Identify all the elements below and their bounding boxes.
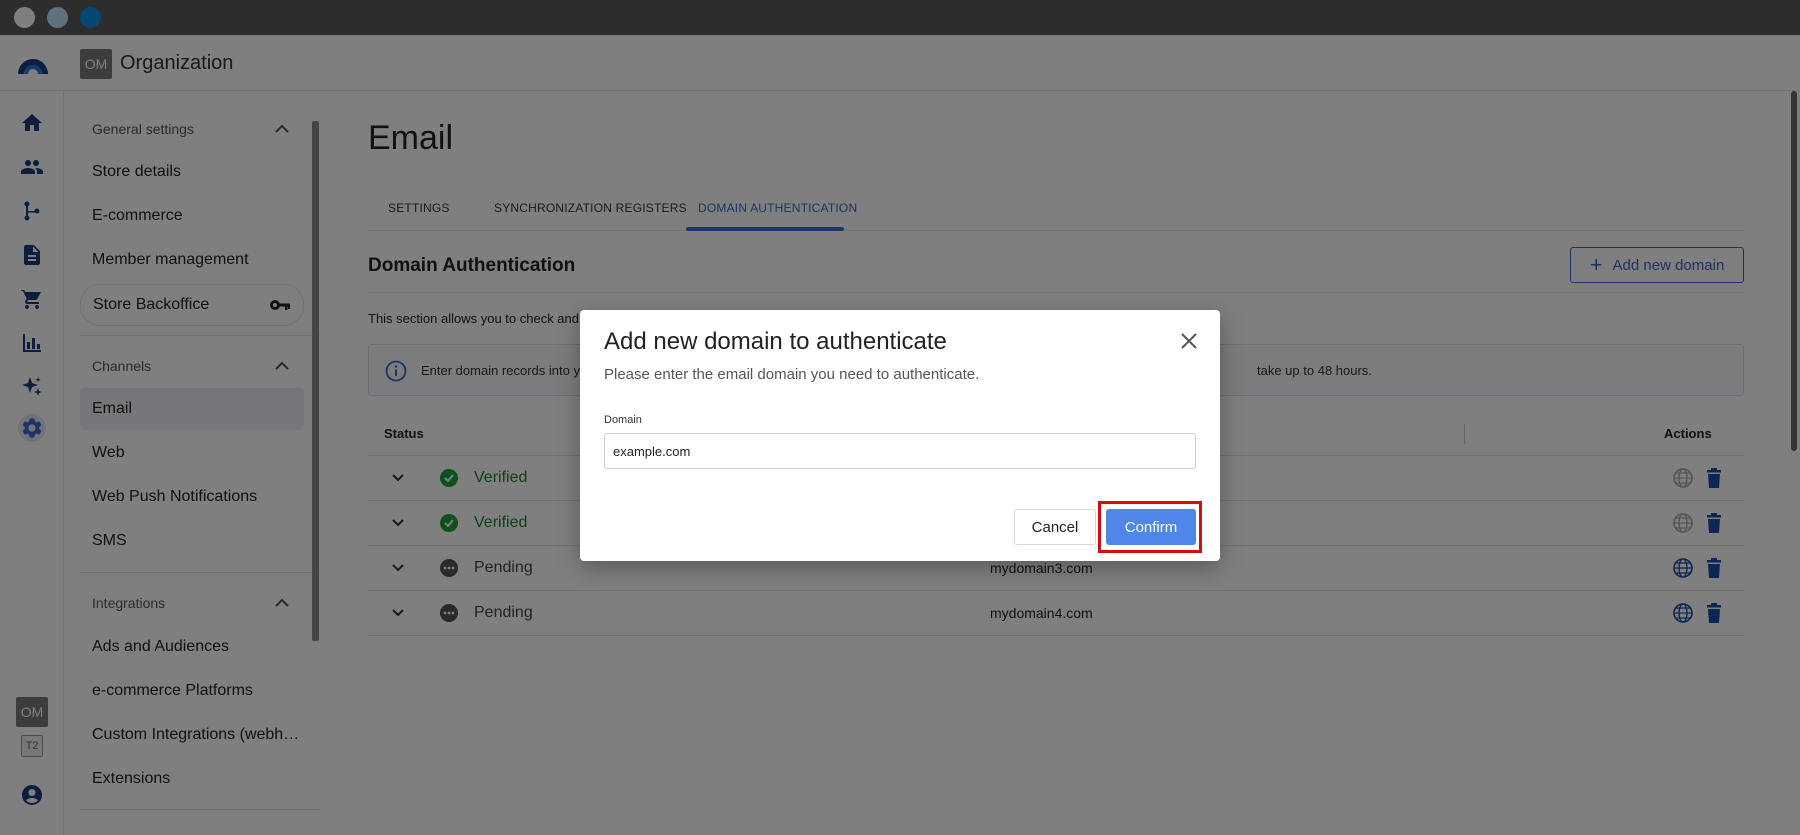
domain-field-label: Domain: [604, 414, 642, 426]
close-icon[interactable]: [1178, 330, 1200, 352]
domain-input[interactable]: [604, 433, 1196, 469]
dialog-subtitle: Please enter the email domain you need t…: [604, 366, 980, 383]
dialog-title: Add new domain to authenticate: [604, 328, 947, 355]
add-domain-dialog: Add new domain to authenticate Please en…: [580, 310, 1220, 561]
confirm-button[interactable]: Confirm: [1106, 509, 1196, 545]
cancel-button[interactable]: Cancel: [1014, 509, 1096, 545]
